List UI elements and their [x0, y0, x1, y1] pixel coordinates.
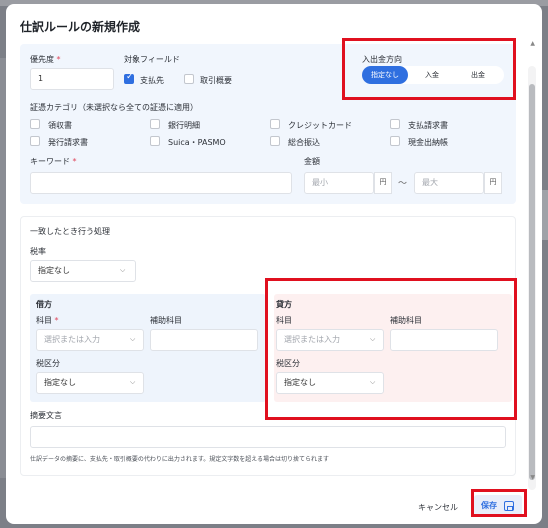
evidence-category-label: 証憑カテゴリ（未選択なら全ての証憑に適用） — [30, 103, 198, 112]
debit-tax-select[interactable]: 指定なし — [36, 372, 144, 394]
scrollbar-thumb[interactable] — [529, 84, 535, 480]
checkbox-evidence-issued-invoice[interactable] — [30, 136, 40, 146]
memo-input[interactable] — [30, 426, 506, 448]
amount-separator: 〜 — [398, 179, 408, 189]
amount-max-input[interactable]: 最大 — [414, 172, 484, 194]
evidence-issued-invoice-label: 発行請求書 — [48, 138, 88, 147]
highlight-box — [265, 278, 517, 420]
amount-min-input[interactable]: 最小 — [304, 172, 374, 194]
checkbox-description[interactable] — [184, 74, 194, 84]
tax-rate-value: 指定なし — [38, 266, 70, 275]
keyword-input[interactable] — [30, 172, 292, 194]
evidence-cash-book-label: 現金出納帳 — [408, 138, 448, 147]
actions-title: 一致したとき行う処理 — [30, 227, 110, 236]
priority-label: 優先度 * — [30, 55, 61, 64]
priority-input[interactable]: 1 — [30, 68, 114, 90]
checkbox-payee-label: 支払先 — [140, 76, 164, 85]
evidence-bulk-transfer-label: 総合振込 — [288, 138, 320, 147]
debit-account-label: 科目 * — [36, 316, 59, 325]
checkbox-evidence-suica[interactable] — [150, 136, 160, 146]
checkbox-evidence-payable-invoice[interactable] — [390, 119, 400, 129]
debit-sub-account-input[interactable] — [150, 329, 258, 351]
debit-tax-value: 指定なし — [44, 378, 76, 387]
chevron-down-icon: ⌵ — [130, 378, 136, 386]
scroll-down-icon[interactable]: ▼ — [530, 474, 535, 481]
checkbox-evidence-bank[interactable] — [150, 119, 160, 129]
highlight-box — [471, 489, 527, 517]
checkbox-evidence-receipt[interactable] — [30, 119, 40, 129]
evidence-payable-invoice-label: 支払請求書 — [408, 121, 448, 130]
keyword-label: キーワード * — [30, 157, 77, 166]
checkbox-description-label: 取引概要 — [200, 76, 232, 85]
debit-sub-account-label: 補助科目 — [150, 316, 182, 325]
evidence-bank-label: 銀行明細 — [168, 121, 200, 130]
dialog-title: 仕訳ルールの新規作成 — [20, 20, 141, 34]
checkbox-evidence-cash-book[interactable] — [390, 136, 400, 146]
chevron-down-icon: ⌵ — [130, 335, 136, 343]
debit-title: 借方 — [36, 300, 52, 309]
amount-label: 金額 — [304, 157, 320, 166]
memo-label: 摘要文言 — [30, 411, 62, 420]
tax-rate-label: 税率 — [30, 247, 46, 256]
cancel-button[interactable]: キャンセル — [418, 502, 458, 513]
amount-max-unit: 円 — [484, 172, 502, 194]
memo-help-text: 仕訳データの摘要に、支払先・取引概要の代わりに出力されます。規定文字数を超える場… — [30, 456, 330, 463]
checkbox-evidence-credit-card[interactable] — [270, 119, 280, 129]
debit-account-select[interactable]: 選択または入力 — [36, 329, 144, 351]
evidence-credit-card-label: クレジットカード — [288, 121, 352, 130]
chevron-down-icon: ⌵ — [120, 266, 126, 274]
evidence-receipt-label: 領収書 — [48, 121, 72, 130]
checkbox-evidence-bulk-transfer[interactable] — [270, 136, 280, 146]
checkbox-payee[interactable]: ✓ — [124, 72, 134, 84]
target-field-label: 対象フィールド — [124, 55, 180, 64]
amount-min-unit: 円 — [374, 172, 392, 194]
evidence-suica-label: Suica・PASMO — [168, 138, 226, 147]
debit-tax-label: 税区分 — [36, 359, 60, 368]
scroll-up-icon[interactable]: ▲ — [530, 40, 535, 47]
highlight-box — [342, 38, 516, 100]
